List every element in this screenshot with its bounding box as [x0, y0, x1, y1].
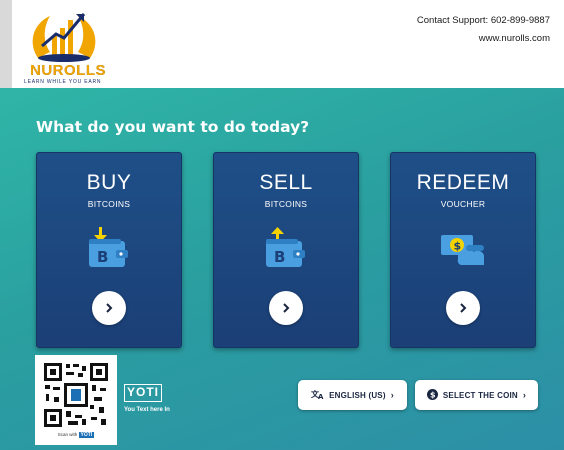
wallet-out-icon: B — [263, 225, 309, 271]
card-title: REDEEM — [416, 171, 510, 194]
coin-icon: $ — [426, 388, 438, 402]
support-phone: Contact Support: 602-899-9887 — [416, 15, 550, 26]
logo-emblem-icon — [32, 13, 96, 62]
svg-text:A: A — [318, 393, 324, 399]
yoti-qr-code[interactable]: Scan with YOTI — [35, 355, 117, 445]
chevron-right-icon: › — [390, 390, 394, 400]
page-question: What do you want to do today? — [36, 118, 310, 136]
qr-caption-text: Scan with — [57, 432, 78, 437]
translate-icon: 文 A — [311, 389, 324, 401]
cash-hand-icon: $ — [440, 225, 486, 271]
website-link[interactable]: www.nurolls.com — [417, 30, 550, 48]
yoti-text: You Text here In — [124, 407, 170, 413]
card-title: BUY — [86, 171, 132, 194]
sell-bitcoins-card[interactable]: SELL BITCOINS B — [213, 152, 359, 348]
chevron-right-icon — [106, 303, 113, 313]
qr-caption: Scan with YOTI — [35, 432, 117, 438]
card-subtitle: VOUCHER — [440, 199, 486, 209]
select-coin-button[interactable]: $ SELECT THE COIN › — [415, 380, 538, 410]
redeem-go-button[interactable] — [446, 291, 480, 325]
header-edge — [0, 0, 12, 88]
contact-support: Contact Support: 602-899-9887 www.nuroll… — [417, 12, 550, 48]
btc-rate-text: 1 BTC = 6884.94 USD — [139, 64, 239, 75]
language-button[interactable]: 文 A ENGLISH (US) › — [298, 380, 407, 410]
yoti-logo: YOTI — [124, 384, 162, 402]
redeem-voucher-card[interactable]: REDEEM VOUCHER $ — [390, 152, 536, 348]
select-coin-label: SELECT THE COIN — [442, 390, 518, 400]
header-bar: NUROLLS LEARN WHILE YOU EARN Contact Sup… — [0, 0, 564, 88]
buy-bitcoins-card[interactable]: BUY BITCOINS B — [36, 152, 182, 348]
chevron-right-icon — [283, 303, 290, 313]
chevron-right-icon — [460, 303, 467, 313]
chevron-right-icon: › — [522, 390, 527, 400]
qr-code-icon — [42, 361, 110, 429]
btc-rate-badge: 1 BTC = 6884.94 USD — [113, 56, 265, 84]
svg-text:B: B — [274, 248, 285, 266]
card-subtitle: BITCOINS — [87, 199, 131, 209]
svg-text:$: $ — [454, 240, 462, 253]
language-label: ENGLISH (US) — [329, 390, 386, 400]
wallet-in-icon: B — [86, 225, 132, 271]
card-title: SELL — [259, 171, 313, 194]
sell-go-button[interactable] — [269, 291, 303, 325]
card-subtitle: BITCOINS — [264, 199, 308, 209]
svg-text:$: $ — [430, 390, 436, 399]
svg-text:B: B — [97, 248, 108, 266]
logo-tagline: LEARN WHILE YOU EARN — [24, 79, 102, 85]
nurolls-logo: NUROLLS LEARN WHILE YOU EARN — [22, 6, 106, 86]
logo-wordmark: NUROLLS — [30, 62, 106, 79]
qr-caption-brand: YOTI — [78, 432, 95, 438]
buy-go-button[interactable] — [92, 291, 126, 325]
